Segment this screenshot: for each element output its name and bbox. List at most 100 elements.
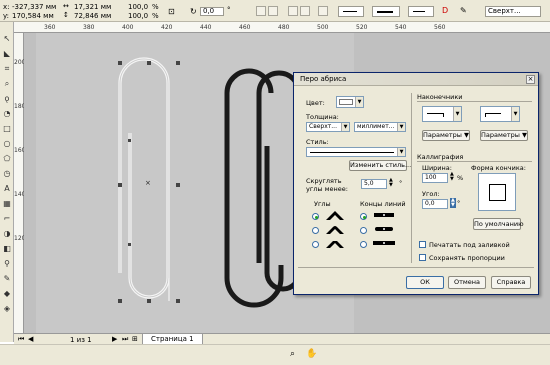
ruler-tick-label: 440	[200, 24, 212, 31]
table-tool-icon[interactable]: ▦	[1, 198, 13, 210]
degree-label: °	[227, 6, 231, 14]
line-style-dropdown[interactable]: ▼	[306, 147, 406, 157]
ruler-tick-label: 540	[395, 24, 407, 31]
degree-label: °	[399, 179, 403, 187]
status-bar: ⌕ ✋	[0, 344, 550, 365]
pick-tool-icon[interactable]: ↖	[1, 33, 13, 45]
freehand-tool-icon[interactable]: ǫ	[1, 93, 13, 105]
horizontal-ruler: 360 380 400 420 440 460 480 500 520 540 …	[14, 22, 550, 33]
interactive-fill-tool-icon[interactable]: ◈	[1, 303, 13, 315]
corner-miter-radio[interactable]	[312, 213, 319, 220]
text-tool-icon[interactable]: A	[1, 183, 13, 195]
round-corners-spinner[interactable]: ▲ ▼	[389, 178, 393, 188]
line-style-left-dropdown[interactable]	[338, 6, 364, 17]
height-arrow-icon: ↕	[63, 11, 69, 19]
fill-tool-icon[interactable]: ◆	[1, 288, 13, 300]
cap-butt-radio[interactable]	[360, 213, 367, 220]
ellipse-tool-icon[interactable]: ○	[1, 138, 13, 150]
width-dropdown[interactable]: Сверхт... ▼	[306, 122, 350, 132]
x-position-field[interactable]: -327,337 мм	[12, 3, 56, 11]
width-units-dropdown[interactable]: миллимет... ▼	[354, 122, 406, 132]
outline-pen-icon[interactable]: ✎	[460, 6, 467, 15]
polygon-tool-icon[interactable]: ⬠	[1, 153, 13, 165]
footer-separator	[298, 267, 534, 268]
cap-round-radio[interactable]	[360, 227, 367, 234]
object-height-field[interactable]: 72,846 мм	[74, 12, 111, 20]
convert-to-curves-icon[interactable]	[288, 6, 298, 16]
width-label: Толщина:	[306, 113, 339, 121]
smart-fill-tool-icon[interactable]: ◔	[1, 108, 13, 120]
eyedropper-tool-icon[interactable]: ⚲	[1, 258, 13, 270]
outline-tool-icon[interactable]: ✎	[1, 273, 13, 285]
ok-button[interactable]: ОК	[406, 276, 444, 289]
edit-style-button[interactable]: Изменить стиль...	[349, 160, 411, 171]
y-position-field[interactable]: 170,584 мм	[12, 12, 54, 20]
cap-square-icon	[373, 241, 395, 245]
line-end-dropdown[interactable]	[408, 6, 434, 17]
mirror-horizontal-icon[interactable]	[256, 6, 266, 16]
start-arrow-options-button[interactable]: Параметры ▼	[422, 130, 470, 141]
arrowhead-icon[interactable]: Ⅾ	[442, 6, 448, 15]
scale-with-object-label: Сохранять пропорции	[429, 254, 505, 262]
line-style-dropdown[interactable]	[372, 6, 400, 17]
zoom-icon[interactable]: ⌕	[290, 349, 295, 359]
crop-tool-icon[interactable]: ⌗	[1, 63, 13, 75]
rectangle-tool-icon[interactable]: □	[1, 123, 13, 135]
black-paperclip[interactable]	[224, 68, 302, 308]
percent-label: %	[152, 12, 159, 20]
cancel-button[interactable]: Отмена	[448, 276, 486, 289]
combine-icon[interactable]	[318, 6, 328, 16]
transparency-tool-icon[interactable]: ◧	[1, 243, 13, 255]
zoom-tool-icon[interactable]: ⌕	[1, 78, 13, 90]
break-apart-icon[interactable]	[300, 6, 310, 16]
add-page-icon[interactable]: ⊞	[132, 335, 138, 343]
scale-with-object-checkbox[interactable]	[419, 254, 426, 261]
params-right-label: Параметры	[481, 131, 520, 139]
next-page-icon[interactable]: ▶	[112, 335, 117, 343]
scale-y-field[interactable]: 100,0	[128, 12, 148, 20]
stretch-spinner[interactable]: ▲ ▼	[450, 172, 454, 182]
nib-angle-spinner[interactable]: ▲ ▼	[450, 198, 456, 208]
first-page-icon[interactable]: ⏮	[18, 335, 24, 344]
close-icon[interactable]: ×	[526, 75, 535, 84]
behind-fill-checkbox[interactable]	[419, 241, 426, 248]
width-units-value: миллимет...	[357, 123, 395, 130]
help-button[interactable]: Справка	[491, 276, 531, 289]
mirror-vertical-icon[interactable]	[268, 6, 278, 16]
prev-page-icon[interactable]: ◀	[28, 335, 33, 343]
toolbox: ↖ ◣ ⌗ ⌕ ǫ ◔ □ ○ ⬠ ◷ A ▦ ⌐ ◑ ◧ ⚲ ✎ ◆ ◈	[0, 22, 14, 342]
color-picker[interactable]: ▼	[336, 96, 364, 108]
end-arrow-options-button[interactable]: Параметры ▼	[480, 130, 528, 141]
percent-label: %	[457, 174, 464, 182]
ruler-tick-label: 380	[83, 24, 95, 31]
rotation-icon: ↻	[190, 7, 197, 16]
nib-shape-preview[interactable]	[478, 173, 516, 211]
basic-shapes-tool-icon[interactable]: ◷	[1, 168, 13, 180]
cap-square-radio[interactable]	[360, 241, 367, 248]
ruler-tick-label: 560	[434, 24, 446, 31]
round-corners-input[interactable]: 5,0	[361, 179, 387, 189]
dimension-tool-icon[interactable]: ⌐	[1, 213, 13, 225]
x-label: x:	[3, 3, 10, 11]
blend-tool-icon[interactable]: ◑	[1, 228, 13, 240]
object-width-field[interactable]: 17,321 мм	[74, 3, 111, 11]
rotation-angle-field[interactable]: 0,0	[200, 7, 224, 16]
end-arrow-dropdown[interactable]: ▼	[480, 106, 520, 122]
selected-paperclip-outline[interactable]	[118, 57, 170, 301]
dialog-title-bar[interactable]: Перо абриса ×	[294, 73, 538, 86]
shape-tool-icon[interactable]: ◣	[1, 48, 13, 60]
nib-angle-input[interactable]: 0,0	[422, 199, 448, 209]
corners-label: Углы	[314, 200, 331, 208]
scale-x-field[interactable]: 100,0	[128, 3, 148, 11]
default-button[interactable]: По умолчанию	[473, 218, 524, 230]
last-page-icon[interactable]: ⏭	[122, 335, 128, 344]
hand-pan-icon[interactable]: ✋	[306, 349, 317, 359]
outline-pen-dialog: Перо абриса × Цвет: ▼ Толщина: Сверхт...…	[293, 72, 539, 295]
ruler-tick-label: 480	[278, 24, 290, 31]
lock-ratio-icon[interactable]: ⊡	[168, 7, 175, 16]
start-arrow-dropdown[interactable]: ▼	[422, 106, 462, 122]
outline-width-dropdown[interactable]: Сверхт...	[485, 6, 541, 17]
corner-bevel-radio[interactable]	[312, 241, 319, 248]
corner-round-radio[interactable]	[312, 227, 319, 234]
stretch-input[interactable]: 100	[422, 173, 448, 183]
